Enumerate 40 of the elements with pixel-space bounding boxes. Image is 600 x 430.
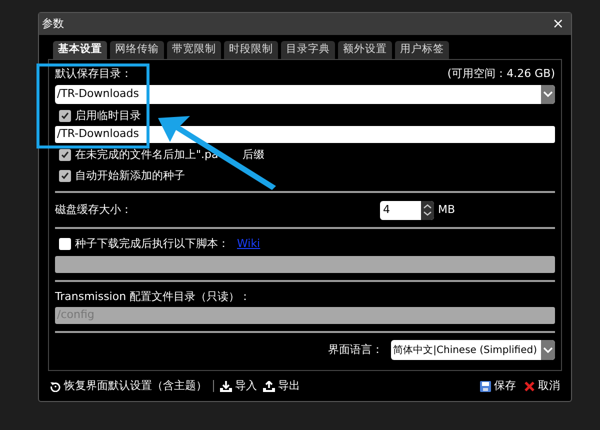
free-space-text: (可用空间：4.26 GB) — [447, 66, 555, 82]
temp-dir-field[interactable]: /TR-Downloads — [55, 126, 555, 143]
import-button[interactable]: 导入 — [220, 378, 257, 394]
dropdown-chevron-icon — [541, 340, 555, 360]
close-icon — [524, 380, 535, 392]
tab[interactable]: 目录字典 — [281, 41, 335, 59]
tab[interactable]: 用户标签 — [395, 41, 449, 59]
checkbox-label: 自动开始新添加的种子 — [75, 168, 185, 184]
cache-size-spinner[interactable]: 4 — [380, 200, 434, 220]
window-title: 参数 — [42, 16, 64, 32]
reset-icon — [50, 380, 61, 392]
checkbox[interactable] — [59, 170, 71, 182]
field-label: 界面语言： — [328, 342, 384, 358]
field-label: 默认保存目录： — [55, 66, 132, 82]
spinner-arrows-icon — [421, 200, 434, 220]
language-select[interactable]: 简体中文|Chinese (Simplified) — [391, 340, 555, 360]
checkbox[interactable] — [59, 149, 71, 162]
tab[interactable]: 时段限制 — [224, 41, 278, 59]
cancel-button[interactable]: 取消 — [524, 378, 560, 394]
checkbox-label-end: 后缀 — [242, 147, 264, 163]
dropdown-chevron-icon — [541, 84, 555, 104]
checkbox-label: 种子下载完成后执行以下脚本： — [75, 236, 229, 252]
tab[interactable]: 带宽限制 — [167, 41, 221, 59]
export-button[interactable]: 导出 — [263, 378, 300, 394]
save-button[interactable]: 保存 — [480, 378, 516, 394]
unit-text: MB — [438, 202, 456, 218]
download-dir-select[interactable]: /TR-Downloads — [55, 84, 555, 104]
script-path-field[interactable] — [55, 256, 555, 272]
checkbox[interactable] — [59, 110, 71, 122]
field-label: 磁盘缓存大小： — [55, 202, 133, 218]
checkbox-label: 启用临时目录 — [75, 108, 141, 124]
tab[interactable]: 额外设置 — [338, 41, 392, 59]
upload-icon — [263, 380, 275, 392]
checkbox[interactable] — [59, 238, 71, 250]
close-button[interactable]: × — [548, 17, 568, 31]
reset-defaults-button[interactable]: 恢复界面默认设置（含主题） — [50, 378, 207, 394]
tab[interactable]: 网络传输 — [110, 41, 164, 59]
tab[interactable]: 基本设置 — [53, 41, 107, 59]
download-icon — [220, 380, 232, 392]
field-label: Transmission 配置文件目录（只读）： — [55, 288, 252, 304]
